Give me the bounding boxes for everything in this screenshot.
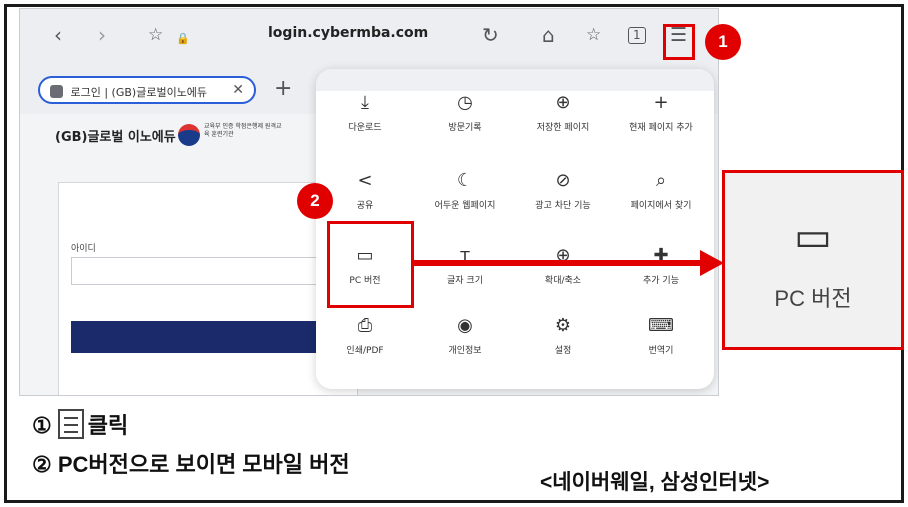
back-icon[interactable]: ‹ [54, 23, 62, 47]
menu-item-download[interactable]: ⤓ 다운로드 [317, 90, 413, 133]
browser-tab[interactable]: 로그인 | (GB)글로벌이노에듀 ✕ [38, 76, 256, 104]
monitor-icon: ▭ [794, 214, 832, 260]
menu-item-label: 어두운 웹페이지 [434, 201, 496, 211]
menu-item-label: 추가 기능 [643, 276, 679, 286]
home-icon[interactable]: ⌂ [542, 23, 555, 47]
browser-toolbar: ‹ › ☆ 🔒 login.cybermba.com ↻ ⌂ ☆ 1 ☰ [20, 9, 718, 64]
step1-label: 클릭 [87, 413, 129, 438]
menu-handle[interactable] [316, 69, 714, 91]
menu-item-privacy[interactable]: ◉ 개인정보 [417, 313, 513, 356]
step1-text: ① 클릭 [32, 408, 128, 440]
favorites-icon[interactable]: ☆ [586, 23, 601, 47]
menu-item-label: 광고 차단 기능 [535, 201, 591, 211]
url-bar[interactable]: login.cybermba.com [268, 25, 428, 41]
menu-item-label: 설정 [554, 346, 572, 356]
share-icon: < [357, 170, 373, 191]
menu-item-add-page[interactable]: + 현재 페이지 추가 [613, 90, 709, 133]
login-button[interactable] [71, 321, 351, 353]
menu-button-highlight [663, 24, 695, 60]
menu-item-ad-block[interactable]: ⊘ 광고 차단 기능 [515, 168, 611, 211]
site-logo-subtitle: 교육부 인증 학점은행제 원격교육 훈련기관 [204, 123, 282, 138]
zoom-label: PC 버전 [774, 286, 852, 311]
menu-item-label: 현재 페이지 추가 [629, 123, 693, 133]
arrow-head-icon [700, 250, 724, 276]
menu-item-settings[interactable]: ⚙ 설정 [515, 313, 611, 356]
menu-item-dark-mode[interactable]: ☾ 어두운 웹페이지 [417, 168, 513, 211]
site-logo-text: (GB)글로벌 이노에듀 [55, 130, 176, 145]
menu-item-find-in-page[interactable]: ⌕ 페이지에서 찾기 [613, 168, 709, 211]
menu-item-label: 다운로드 [348, 123, 382, 133]
pc-version-highlight [327, 221, 414, 308]
menu-item-label: 페이지에서 찾기 [630, 201, 692, 211]
tab-close-icon[interactable]: ✕ [232, 82, 244, 98]
gear-icon: ⚙ [554, 315, 572, 336]
hamburger-icon [57, 409, 84, 439]
reload-icon[interactable]: ↻ [482, 23, 499, 47]
translate-icon: ⌨ [648, 315, 674, 336]
menu-item-print-pdf[interactable]: ⎙ 인쇄/PDF [317, 313, 413, 356]
menu-item-label: 방문기록 [448, 123, 482, 133]
step2-text: ② PC버전으로 보이면 모바일 버전 [32, 452, 350, 477]
arrow-line [414, 260, 704, 266]
history-icon: ◷ [457, 92, 473, 113]
lock-icon: 🔒 [176, 32, 190, 45]
shield-icon: ◉ [457, 315, 473, 336]
bookmark-star-icon[interactable]: ☆ [148, 23, 163, 47]
tabs-icon[interactable]: 1 [628, 27, 646, 44]
id-label: 아이디 [71, 244, 96, 254]
moon-icon: ☾ [456, 170, 474, 191]
menu-item-label: 글자 크기 [447, 276, 483, 286]
plus-icon: + [653, 92, 669, 113]
step-badge-1: 1 [705, 24, 741, 60]
menu-item-label: 확대/축소 [544, 276, 582, 286]
step1-number: ① [32, 413, 52, 438]
printer-icon: ⎙ [357, 315, 373, 336]
id-input[interactable] [71, 257, 351, 285]
menu-item-translator[interactable]: ⌨ 번역기 [613, 313, 709, 356]
find-icon: ⌕ [655, 170, 667, 191]
browser-names: <네이버웨일, 삼성인터넷> [540, 471, 770, 494]
forward-icon[interactable]: › [98, 23, 106, 47]
new-tab-button[interactable]: + [274, 76, 292, 101]
pc-version-zoom: ▭ PC 버전 [722, 170, 904, 350]
tab-favicon-icon [50, 85, 63, 98]
site-logo-icon [178, 124, 200, 146]
download-icon: ⤓ [361, 92, 369, 113]
menu-item-history[interactable]: ◷ 방문기록 [417, 90, 513, 133]
step-badge-2: 2 [297, 183, 333, 219]
tab-title: 로그인 | (GB)글로벌이노에듀 [70, 86, 208, 99]
saved-pages-icon: ⊕ [555, 92, 571, 113]
menu-item-label: 저장한 페이지 [536, 123, 590, 133]
menu-item-label: 번역기 [648, 346, 674, 356]
menu-item-label: 인쇄/PDF [346, 346, 384, 356]
menu-item-saved-pages[interactable]: ⊕ 저장한 페이지 [515, 90, 611, 133]
block-icon: ⊘ [555, 170, 571, 191]
menu-item-label: 개인정보 [448, 346, 482, 356]
